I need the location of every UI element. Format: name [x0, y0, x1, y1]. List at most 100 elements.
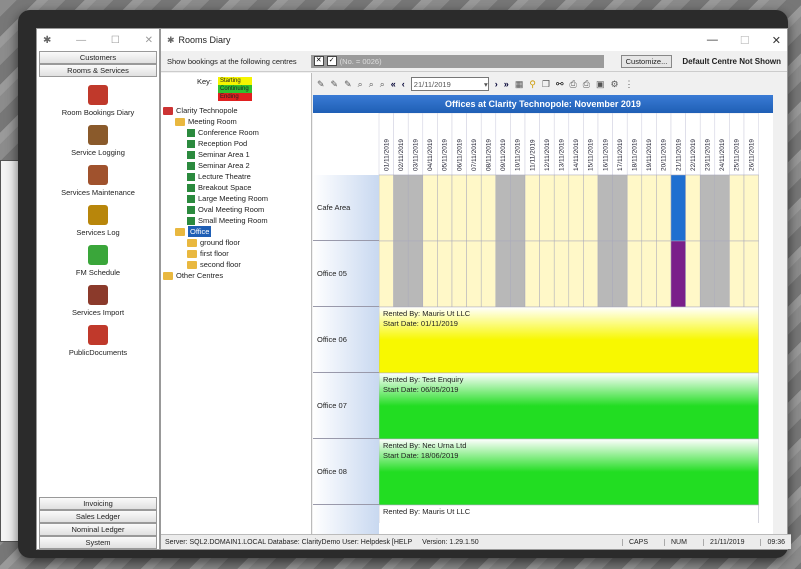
print-preview-icon[interactable]: ⎙	[583, 79, 590, 90]
clear-checkbox[interactable]: ✕	[313, 56, 324, 66]
tree-node[interactable]: Oval Meeting Room	[163, 204, 311, 215]
close-icon[interactable]: ✕	[145, 35, 153, 46]
key-ending: Ending	[218, 93, 253, 101]
briefcase-icon	[88, 165, 108, 185]
folder-icon	[187, 238, 197, 247]
calendar-icon	[88, 85, 108, 105]
tab-rooms-services[interactable]: Rooms & Services	[39, 64, 157, 77]
minimize-icon[interactable]: —	[76, 35, 86, 46]
row-label[interactable]: Office 08	[313, 439, 379, 505]
grid-title: Offices at Clarity Technopole: November …	[313, 95, 773, 113]
booking-info[interactable]: Rented By: Mauris Ut LLC Start Date: 01/1…	[379, 307, 759, 331]
pin-icon[interactable]: ⚲	[529, 79, 536, 90]
booking-rented-by: Rented By: Mauris Ut LLC	[383, 507, 471, 516]
room-icon	[187, 205, 195, 214]
maximize-icon[interactable]: ☐	[111, 35, 120, 46]
save-icon[interactable]: ▣	[596, 79, 605, 90]
zoom-reset-icon[interactable]: ⌕	[380, 79, 385, 90]
tab-customers[interactable]: Customers	[39, 51, 157, 64]
edit-booking-icon[interactable]: ✎	[331, 79, 339, 90]
tab-sales-ledger[interactable]: Sales Ledger	[39, 510, 157, 523]
booking-info[interactable]: Rented By: Nec Urna Ltd Start Date: 18/06…	[379, 439, 759, 463]
binoculars-icon[interactable]: ⚯	[556, 79, 564, 90]
tree-node-label: Seminar Area 1	[198, 150, 250, 159]
tree-node[interactable]: Reception Pod	[163, 138, 311, 149]
tree-node[interactable]: Conference Room	[163, 127, 311, 138]
tree-node[interactable]: Meeting Room	[163, 116, 311, 127]
tree-node-label: Clarity Technopole	[176, 106, 238, 115]
tree-node[interactable]: Office	[163, 226, 311, 237]
room-icon	[187, 183, 195, 192]
diary-toolbar: ✎ ✎ ✎ ⌕ ⌕ ⌕ « ‹ 21/11/2019 ▾ › » ▦ ⚲ ❐ ⚯…	[313, 73, 791, 95]
date-value: 21/11/2019	[413, 79, 451, 89]
location-tree: Clarity Technopole Meeting Room Conference…	[161, 105, 311, 281]
tree-node[interactable]: Other Centres	[163, 270, 311, 281]
nav-item-services-log[interactable]: Services Log	[37, 205, 159, 237]
settings-icon[interactable]: ⚙	[610, 79, 618, 90]
centres-selector[interactable]: ✕ ✓ (No. = 0026)	[310, 54, 604, 68]
maximize-icon[interactable]: ☐	[740, 34, 750, 47]
zoom-out-icon[interactable]: ⌕	[369, 79, 374, 90]
next-page-icon[interactable]: ›	[495, 79, 498, 89]
row-label[interactable]: Office 06	[313, 307, 379, 373]
rooms-diary-titlebar: ✱ Rooms Diary — ☐ ✕	[161, 29, 787, 51]
tree-node[interactable]: Large Meeting Room	[163, 193, 311, 204]
copy-icon[interactable]: ❐	[542, 79, 550, 90]
row-label[interactable]: Office 07	[313, 373, 379, 439]
tree-node-label: Breakout Space	[198, 183, 252, 192]
nav-item-services-maintenance[interactable]: Services Maintenance	[37, 165, 159, 197]
status-server: Server: SQL2.DOMAIN1.LOCAL Database: Cla…	[165, 538, 413, 546]
nav-item-room-bookings-diary[interactable]: Room Bookings Diary	[37, 85, 159, 117]
tab-system[interactable]: System	[39, 536, 157, 549]
tree-node[interactable]: Seminar Area 2	[163, 160, 311, 171]
tree-node[interactable]: Lecture Theatre	[163, 171, 311, 182]
print-icon[interactable]: ⎙	[570, 79, 577, 90]
customize-button[interactable]: Customize...	[620, 54, 673, 68]
tab-invoicing[interactable]: Invoicing	[39, 497, 157, 510]
delete-booking-icon[interactable]: ✎	[344, 79, 352, 90]
tree-node[interactable]: first floor	[163, 248, 311, 259]
clipboard-icon	[88, 205, 108, 225]
zoom-in-icon[interactable]: ⌕	[358, 79, 363, 90]
first-page-icon[interactable]: «	[391, 79, 396, 89]
tree-node[interactable]: Small Meeting Room	[163, 215, 311, 226]
chevron-down-icon[interactable]: ▾	[484, 80, 488, 89]
date-picker[interactable]: 21/11/2019 ▾	[410, 77, 489, 91]
tree-node[interactable]: second floor	[163, 259, 311, 270]
minimize-icon[interactable]: —	[707, 34, 718, 47]
app-icon: ✱	[167, 34, 175, 45]
close-icon[interactable]: ✕	[772, 34, 781, 47]
nav-item-fm-schedule[interactable]: FM Schedule	[37, 245, 159, 277]
row-label[interactable]	[313, 505, 379, 535]
room-icon	[187, 150, 195, 159]
centres-value: (No. = 0026)	[339, 56, 382, 66]
navigation-window: ✱ — ☐ ✕ Customers Rooms & Services Room …	[36, 28, 160, 550]
tree-node-label: second floor	[200, 260, 241, 269]
nav-item-label: PublicDocuments	[68, 348, 128, 357]
centres-filter-bar: Show bookings at the following centres ✕…	[161, 51, 787, 72]
tree-node[interactable]: ground floor	[163, 237, 311, 248]
tree-node-label: Reception Pod	[198, 139, 248, 148]
nav-item-label: Services Import	[71, 308, 125, 317]
row-label[interactable]: Cafe Area	[313, 175, 379, 241]
navigation-titlebar: ✱ — ☐ ✕	[37, 29, 159, 51]
add-booking-icon[interactable]: ✎	[317, 79, 325, 90]
tree-node[interactable]: Clarity Technopole	[163, 105, 311, 116]
booking-info[interactable]: Rented By: Test Enquiry Start Date: 06/05…	[379, 373, 759, 397]
previous-page-icon[interactable]: ‹	[402, 79, 405, 89]
nav-item-label: FM Schedule	[75, 268, 121, 277]
tree-node[interactable]: Breakout Space	[163, 182, 311, 193]
key-starting: Starting	[218, 77, 253, 85]
more-icon[interactable]: ⋮	[625, 79, 634, 90]
nav-item-services-import[interactable]: Services Import	[37, 285, 159, 317]
row-label[interactable]: Office 05	[313, 241, 379, 307]
grid-icon[interactable]: ▦	[515, 79, 524, 90]
select-all-checkbox[interactable]: ✓	[326, 56, 337, 66]
booking-info[interactable]: Rented By: Mauris Ut LLC	[379, 505, 759, 519]
tab-nominal-ledger[interactable]: Nominal Ledger	[39, 523, 157, 536]
last-page-icon[interactable]: »	[504, 79, 509, 89]
nav-item-publicdocuments[interactable]: PublicDocuments	[37, 325, 159, 357]
nav-item-service-logging[interactable]: Service Logging	[37, 125, 159, 157]
nav-item-label: Services Maintenance	[61, 188, 135, 197]
tree-node[interactable]: Seminar Area 1	[163, 149, 311, 160]
